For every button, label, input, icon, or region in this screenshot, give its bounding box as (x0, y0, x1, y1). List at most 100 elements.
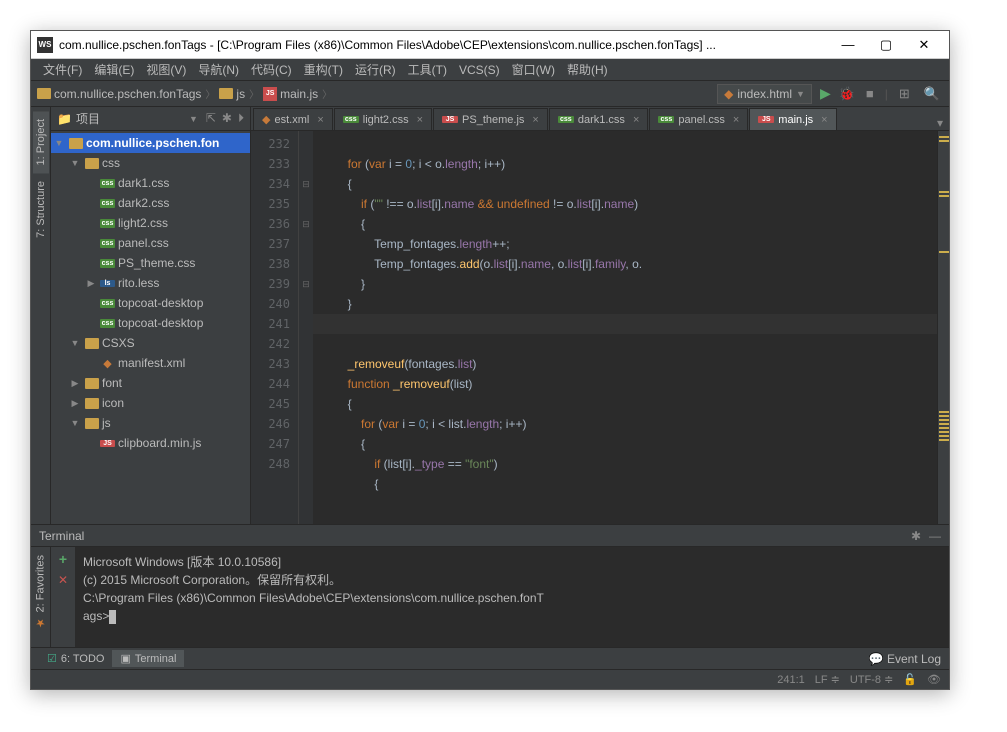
stop-button[interactable]: ■ (863, 86, 877, 101)
editor-tab[interactable]: csslight2.css× (334, 108, 432, 130)
breadcrumb: com.nullice.pschen.fonTags 〉 js 〉 JSmain… (37, 86, 334, 101)
menu-refactor[interactable]: 重构(T) (298, 59, 349, 80)
titlebar: WS com.nullice.pschen.fonTags - [C:\Prog… (31, 31, 949, 59)
hide-icon[interactable]: ⏵ (238, 111, 244, 126)
menu-tools[interactable]: 工具(T) (402, 59, 453, 80)
todo-tab[interactable]: ☑6: TODO (39, 650, 112, 667)
gear-icon[interactable]: ✱ (222, 111, 232, 126)
editor-area: ◆est.xml× csslight2.css× JSPS_theme.js× … (251, 107, 949, 524)
line-gutter: 232 233 234 235 236 237 238 239 240 241 … (251, 131, 299, 524)
folder-icon (219, 88, 233, 99)
lock-icon[interactable]: 🔓 (903, 673, 917, 686)
cursor (109, 610, 116, 624)
favorites-gutter: ★2: Favorites (31, 547, 51, 647)
menu-navigate[interactable]: 导航(N) (192, 59, 245, 80)
editor-tab[interactable]: ◆est.xml× (253, 108, 333, 130)
structure-tool-tab[interactable]: 7: Structure (33, 173, 49, 246)
new-terminal-button[interactable]: + (59, 551, 67, 567)
breadcrumb-file[interactable]: JSmain.js (263, 87, 318, 101)
sidebar-header: 📁 项目 ▼ ⇱ ✱ ⏵ (51, 107, 250, 131)
inspector-icon[interactable]: 👁 (927, 673, 941, 686)
close-tab-icon[interactable]: × (317, 114, 323, 126)
cursor-position[interactable]: 241:1 (777, 674, 805, 686)
encoding[interactable]: UTF-8 ≑ (850, 673, 893, 686)
folder-icon (37, 88, 51, 99)
app-icon: WS (37, 37, 53, 53)
minimap-scrollbar[interactable] (937, 131, 949, 524)
terminal-toolbar: + ✕ (51, 547, 75, 647)
gear-icon[interactable]: ✱ (911, 529, 921, 543)
search-icon[interactable]: 🔍 (921, 86, 943, 102)
tree-file[interactable]: ▶lsrito.less (51, 273, 250, 293)
menu-code[interactable]: 代码(C) (245, 59, 298, 80)
js-icon: JS (263, 87, 277, 101)
tree-file[interactable]: ◆manifest.xml (51, 353, 250, 373)
editor-tab[interactable]: JSPS_theme.js× (433, 108, 548, 130)
terminal-content[interactable]: Microsoft Windows [版本 10.0.10586] (c) 20… (75, 547, 949, 647)
layout-icon[interactable]: ⊞ (896, 86, 913, 102)
editor-tab[interactable]: csspanel.css× (649, 108, 748, 130)
tree-file[interactable]: cssPS_theme.css (51, 253, 250, 273)
close-tab-icon[interactable]: × (417, 114, 423, 126)
editor-tab[interactable]: cssdark1.css× (549, 108, 649, 130)
line-separator[interactable]: LF ≑ (815, 673, 840, 686)
tree-file[interactable]: cssdark2.css (51, 193, 250, 213)
terminal-header: Terminal ✱ — (31, 525, 949, 547)
main-area: 1: Project 7: Structure 📁 项目 ▼ ⇱ ✱ ⏵ ▼co… (31, 107, 949, 524)
favorites-tab[interactable]: ★2: Favorites (32, 547, 49, 637)
close-terminal-button[interactable]: ✕ (58, 573, 68, 587)
breadcrumb-folder[interactable]: js (219, 87, 245, 101)
tree-folder-font[interactable]: ▶font (51, 373, 250, 393)
chevron-right-icon: 〉 (205, 86, 215, 101)
bottom-toolbar: ☑6: TODO ▣Terminal 💬 Event Log (31, 647, 949, 669)
maximize-button[interactable]: ▢ (867, 32, 905, 58)
run-config-dropdown[interactable]: ◆index.html▼ (717, 84, 812, 104)
menu-edit[interactable]: 编辑(E) (88, 59, 140, 80)
close-tab-icon[interactable]: × (633, 114, 639, 126)
tree-file[interactable]: csslight2.css (51, 213, 250, 233)
tree-folder-csxs[interactable]: ▼CSXS (51, 333, 250, 353)
menu-view[interactable]: 视图(V) (140, 59, 192, 80)
project-tool-tab[interactable]: 1: Project (33, 111, 49, 173)
tree-folder-icon[interactable]: ▶icon (51, 393, 250, 413)
tree-folder-js[interactable]: ▼js (51, 413, 250, 433)
tree-file[interactable]: csspanel.css (51, 233, 250, 253)
debug-button[interactable]: 🐞 (839, 86, 855, 102)
event-log-button[interactable]: 💬 Event Log (869, 652, 941, 666)
terminal-panel: Terminal ✱ — ★2: Favorites + ✕ Microsoft… (31, 524, 949, 647)
sidebar-title: 项目 (76, 110, 189, 127)
tree-file[interactable]: csstopcoat-desktop (51, 293, 250, 313)
tree-folder-css[interactable]: ▼css (51, 153, 250, 173)
editor-tab-active[interactable]: JSmain.js× (749, 108, 836, 130)
code-editor[interactable]: for (var i = 0; i < o.length; i++) { if … (313, 131, 937, 524)
project-sidebar: 📁 项目 ▼ ⇱ ✱ ⏵ ▼com.nullice.pschen.fon ▼cs… (51, 107, 251, 524)
terminal-title: Terminal (39, 529, 911, 543)
menu-help[interactable]: 帮助(H) (561, 59, 614, 80)
run-button[interactable]: ▶ (820, 85, 831, 102)
editor-body[interactable]: 232 233 234 235 236 237 238 239 240 241 … (251, 131, 949, 524)
menu-file[interactable]: 文件(F) (37, 59, 88, 80)
menubar: 文件(F) 编辑(E) 视图(V) 导航(N) 代码(C) 重构(T) 运行(R… (31, 59, 949, 81)
collapse-icon[interactable]: ⇱ (206, 111, 216, 126)
tree-file[interactable]: csstopcoat-desktop (51, 313, 250, 333)
tree-file[interactable]: cssdark1.css (51, 173, 250, 193)
close-tab-icon[interactable]: × (532, 114, 538, 126)
menu-window[interactable]: 窗口(W) (506, 59, 561, 80)
ide-window: WS com.nullice.pschen.fonTags - [C:\Prog… (30, 30, 950, 690)
statusbar: 241:1 LF ≑ UTF-8 ≑ 🔓 👁 (31, 669, 949, 689)
project-tree: ▼com.nullice.pschen.fon ▼css cssdark1.cs… (51, 131, 250, 524)
breadcrumb-root[interactable]: com.nullice.pschen.fonTags (37, 87, 201, 101)
menu-run[interactable]: 运行(R) (349, 59, 402, 80)
menu-vcs[interactable]: VCS(S) (453, 61, 506, 79)
close-tab-icon[interactable]: × (733, 114, 739, 126)
hide-icon[interactable]: — (929, 529, 941, 543)
left-tool-gutter: 1: Project 7: Structure (31, 107, 51, 524)
minimize-button[interactable]: — (829, 32, 867, 58)
close-tab-icon[interactable]: × (821, 114, 827, 126)
window-title: com.nullice.pschen.fonTags - [C:\Program… (59, 38, 829, 52)
close-button[interactable]: ✕ (905, 32, 943, 58)
terminal-tab[interactable]: ▣Terminal (112, 650, 184, 667)
tree-file[interactable]: JSclipboard.min.js (51, 433, 250, 453)
tabs-dropdown-icon[interactable]: ▾ (931, 116, 949, 130)
tree-root[interactable]: ▼com.nullice.pschen.fon (51, 133, 250, 153)
